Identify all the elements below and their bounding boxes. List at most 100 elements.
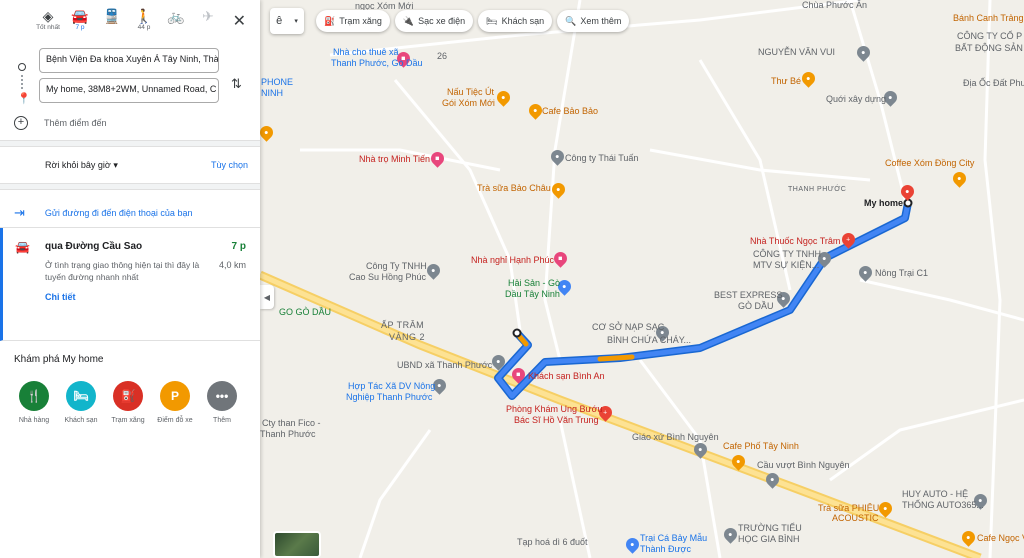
poi-label: Cầu vượt Bình Nguyên bbox=[757, 460, 850, 470]
send-to-phone-label: Gửi đường đi đến điện thoại của bạn bbox=[44, 207, 193, 218]
poi-label: UBND xã Thanh Phước bbox=[397, 360, 493, 370]
car-icon: 🚘 bbox=[71, 8, 89, 24]
satellite-layer-thumbnail[interactable] bbox=[273, 531, 321, 558]
home-label: My home bbox=[864, 198, 904, 208]
collapse-panel-button[interactable]: ◀ bbox=[260, 285, 274, 309]
route-option[interactable]: 🚘 qua Đường Cầu Sao 7 p 4,0 km Ở tình tr… bbox=[0, 228, 260, 341]
poi-label: Công ty Thái Tuấn bbox=[565, 153, 639, 163]
poi-label: Gói Xóm Mới bbox=[442, 98, 495, 108]
chip-more[interactable]: 🔍 Xem thêm bbox=[557, 10, 630, 32]
chip-gas-station[interactable]: ⛽ Trạm xăng bbox=[316, 10, 390, 32]
poi-label: CÔNG TY CỔ P bbox=[957, 31, 1023, 41]
poi-label: Thư Bé bbox=[771, 76, 802, 86]
hotel-icon: 🛏 bbox=[486, 15, 498, 26]
category-label: Khách sạn bbox=[64, 417, 98, 424]
mode-label: 44 p bbox=[137, 24, 151, 31]
chevron-down-icon: ▾ bbox=[113, 159, 118, 170]
chevron-down-icon: ▾ bbox=[294, 18, 298, 25]
divider bbox=[0, 183, 260, 190]
category-label: Trạm xăng bbox=[111, 417, 145, 424]
poi-label: Tạp hoá dì 6 đuốt bbox=[517, 537, 588, 547]
destination-field[interactable]: My home, 38M8+2WM, Unnamed Road, C bbox=[39, 78, 219, 103]
poi-label: Thành Được bbox=[640, 544, 691, 554]
options-button[interactable]: Tùy chọn bbox=[211, 160, 248, 170]
restaurant-icon: 🍴 bbox=[19, 381, 49, 411]
explore-hotels[interactable]: 🛏 Khách sạn bbox=[64, 381, 98, 424]
category-label: Nhà hàng bbox=[18, 417, 50, 424]
poi-label: Nhà nghỉ Hạnh Phúc bbox=[471, 255, 555, 265]
mode-driving[interactable]: 🚘 7 p bbox=[64, 8, 96, 42]
poi-label: CÔNG TY TNHH bbox=[753, 249, 822, 259]
poi-label: Chùa Phước Ân bbox=[802, 0, 867, 10]
road-number-label: 26 bbox=[437, 51, 448, 61]
route-time: 7 p bbox=[231, 241, 246, 252]
layers-icon: ê bbox=[276, 15, 283, 27]
explore-restaurants[interactable]: 🍴 Nhà hàng bbox=[19, 381, 49, 424]
poi-label: GÒ DẦU bbox=[738, 301, 774, 311]
mode-walking[interactable]: 🚶 44 p bbox=[128, 8, 160, 42]
swap-icon[interactable]: ⇅ bbox=[231, 76, 242, 92]
poi-label: Nhà cho thuê xã bbox=[333, 47, 399, 57]
poi-label: Coffee Xóm Đồng City bbox=[885, 158, 975, 168]
poi-label: HUY AUTO - HỆ bbox=[902, 489, 969, 499]
poi-label: MTV SỰ KIỆN... bbox=[753, 260, 820, 270]
directions-panel: ◈ Tốt nhất 🚘 7 p 🚆 🚶 44 p 🚲 ✈ ✕ 📍 Bệnh Viện… bbox=[0, 0, 260, 558]
origin-dot-icon bbox=[18, 63, 26, 71]
divider bbox=[0, 140, 260, 147]
route-description: Ở tình trạng giao thông hiện tại thì đây… bbox=[45, 260, 200, 282]
poi-label: Trà sữa Bảo Châu bbox=[477, 183, 551, 193]
poi-label: Trại Cá Bảy Mẫu bbox=[640, 533, 708, 543]
chip-label: Trạm xăng bbox=[339, 16, 382, 26]
transit-icon: 🚆 bbox=[103, 8, 121, 24]
layers-button[interactable]: ê ▾ bbox=[270, 8, 304, 34]
mode-transit[interactable]: 🚆 bbox=[96, 8, 128, 42]
ev-charger-icon: 🔌 bbox=[402, 15, 415, 26]
explore-parking[interactable]: P Điểm đỗ xe bbox=[157, 381, 193, 424]
mode-best[interactable]: ◈ Tốt nhất bbox=[32, 8, 64, 42]
walk-icon: 🚶 bbox=[135, 8, 153, 24]
mode-bicycle[interactable]: 🚲 bbox=[160, 8, 192, 42]
poi-label: Nhà Thuốc Ngọc Trâm bbox=[750, 236, 841, 246]
route-details-link[interactable]: Chi tiết bbox=[45, 292, 76, 302]
explore-more[interactable]: ••• Thêm bbox=[207, 381, 237, 424]
poi-label: NGUYỄN VĂN VUI bbox=[758, 47, 836, 57]
add-icon: + bbox=[14, 116, 28, 130]
category-label: Điểm đỗ xe bbox=[157, 417, 193, 424]
poi-label: Nông Trại C1 bbox=[875, 268, 929, 278]
chip-hotel[interactable]: 🛏 Khách sạn bbox=[478, 10, 553, 32]
gas-station-icon: ⛽ bbox=[113, 381, 143, 411]
poi-label: BẤT ĐỘNG SẢN bbox=[955, 43, 1023, 53]
poi-label: TRƯỜNG TIỂU bbox=[738, 523, 802, 533]
poi-label: Cafe Phố Tây Ninh bbox=[723, 441, 799, 451]
origin-field[interactable]: Bệnh Viện Đa khoa Xuyên Á Tây Ninh, Thà bbox=[39, 48, 219, 73]
explore-section: Khám phá My home 🍴 Nhà hàng 🛏 Khách sạn ⛽ T… bbox=[0, 341, 260, 424]
poi-label: Giáo xứ Bình Nguyên bbox=[632, 432, 719, 442]
poi-label: ACOUSTIC bbox=[832, 513, 879, 523]
explore-categories: 🍴 Nhà hàng 🛏 Khách sạn ⛽ Trạm xăng P Điểm đỗ… bbox=[14, 381, 260, 424]
search-icon: 🔍 bbox=[565, 15, 577, 26]
poi-label: Cao Su Hồng Phúc bbox=[349, 272, 427, 282]
poi-label: Bánh Canh Trảng bbox=[953, 13, 1024, 23]
poi-label: THỐNG AUTO365... bbox=[902, 500, 984, 510]
mode-label: Tốt nhất bbox=[36, 24, 60, 31]
area-label: THANH PHƯỚC bbox=[788, 186, 847, 193]
poi-label: Quới xây dựng bbox=[826, 94, 886, 104]
poi-label: Cty than Fico - bbox=[262, 418, 321, 428]
poi-label: Hợp Tác Xã DV Nông bbox=[348, 381, 436, 391]
explore-gas-stations[interactable]: ⛽ Trạm xăng bbox=[111, 381, 145, 424]
chip-ev-charger[interactable]: 🔌 Sạc xe điện bbox=[394, 10, 474, 32]
travel-mode-bar: ◈ Tốt nhất 🚘 7 p 🚆 🚶 44 p 🚲 ✈ bbox=[0, 0, 260, 42]
best-route-icon: ◈ bbox=[42, 8, 54, 24]
close-icon[interactable]: ✕ bbox=[233, 11, 246, 31]
send-to-phone-button[interactable]: ⇥ Gửi đường đi đến điện thoại của bạn bbox=[0, 198, 260, 228]
chip-label: Khách sạn bbox=[501, 16, 545, 26]
poi-label: NINH bbox=[261, 88, 283, 98]
mode-flight[interactable]: ✈ bbox=[192, 8, 224, 42]
add-destination-button[interactable]: + Thêm điểm đến bbox=[14, 116, 107, 130]
poi-label: Hải Sản - Gò bbox=[508, 278, 561, 288]
route-inputs: 📍 Bệnh Viện Đa khoa Xuyên Á Tây Ninh, Th… bbox=[0, 42, 260, 140]
area-label: VÀNG 2 bbox=[389, 332, 426, 342]
poi-label: Địa Ốc Đất Phư bbox=[963, 78, 1024, 88]
depart-dropdown[interactable]: Rời khỏi bây giờ ▾ bbox=[45, 160, 118, 171]
chevron-left-icon: ◀ bbox=[263, 292, 271, 302]
